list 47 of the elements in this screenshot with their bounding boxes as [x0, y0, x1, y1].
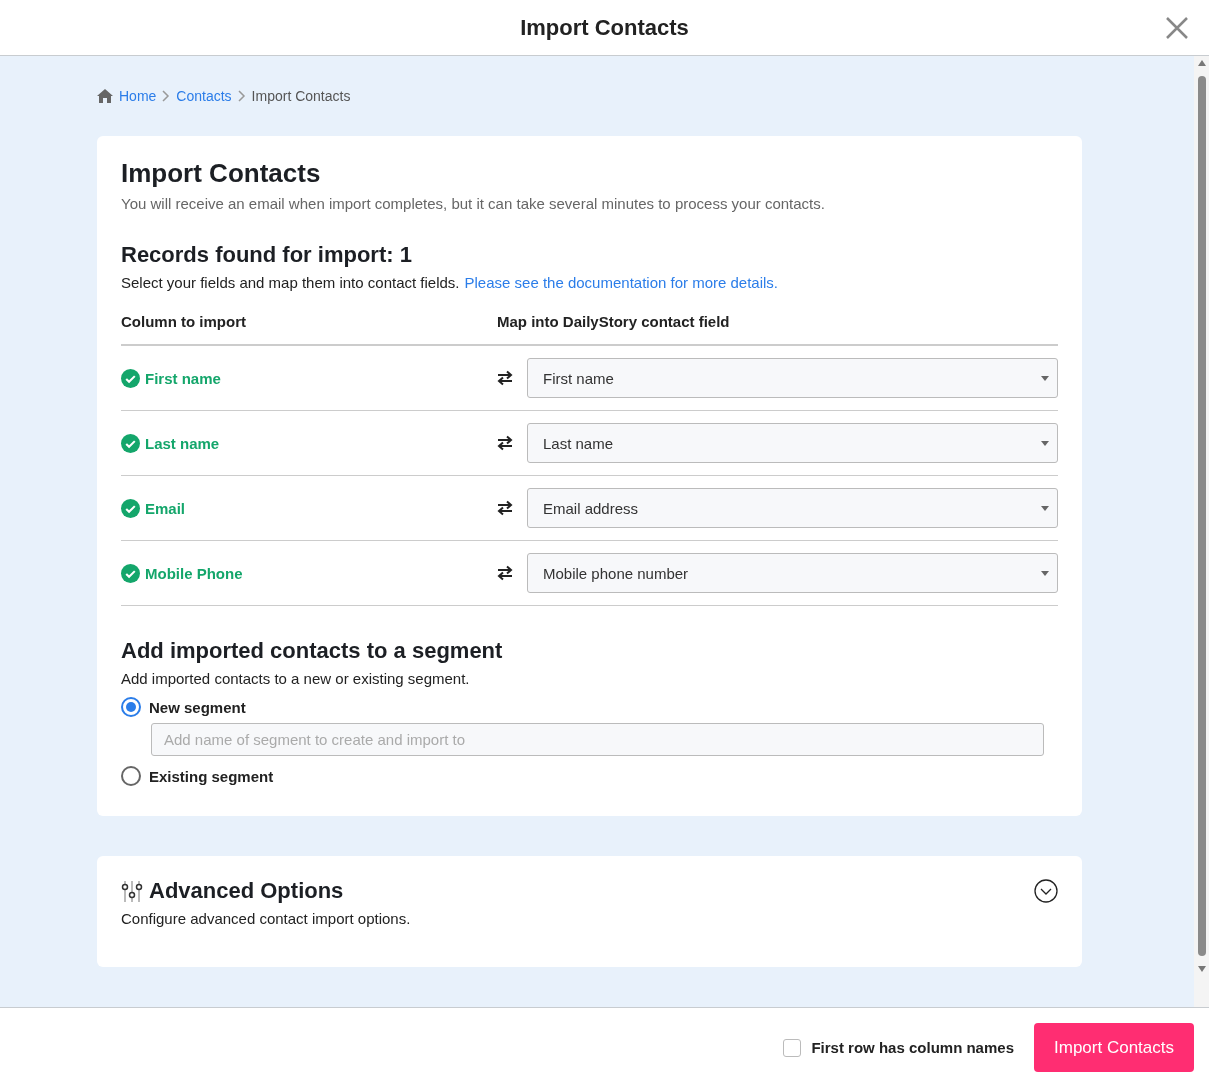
segment-name-field[interactable]: Add name of segment to create and import to — [151, 723, 1044, 756]
chevron-icon — [237, 90, 246, 102]
section-heading: Add imported contacts to a segment — [121, 638, 504, 664]
scroll-up-icon[interactable] — [1197, 60, 1206, 66]
caret-icon — [1041, 505, 1049, 511]
section-description: Add imported contacts to a new or existing segment. — [121, 670, 470, 687]
field-dropdown[interactable]: First name — [527, 358, 1058, 398]
sliders-icon — [121, 880, 143, 902]
breadcrumb-link[interactable]: Contacts — [176, 88, 232, 104]
source-column: Mobile Phone — [145, 564, 243, 582]
import-button[interactable]: Import Contacts — [1034, 1023, 1194, 1072]
column-header: Column to import — [121, 313, 247, 330]
card-title: Import Contacts — [121, 158, 322, 189]
section-heading: Advanced Options — [149, 878, 344, 904]
source-column: Email — [145, 499, 186, 517]
source-column: Last name — [145, 434, 220, 452]
radio-button[interactable] — [121, 697, 141, 717]
swap-icon — [497, 565, 513, 581]
chevron-icon — [162, 90, 171, 102]
section-heading: Records found for import: 1 — [121, 242, 413, 268]
documentation-link[interactable]: Please see the documentation for more details. — [464, 274, 779, 291]
window-title: Import Contacts — [520, 14, 689, 41]
field-dropdown[interactable]: Email address — [527, 488, 1058, 528]
checkbox[interactable] — [783, 1038, 802, 1057]
radio-label: New segment — [149, 698, 246, 716]
swap-icon — [497, 435, 513, 451]
radio-button[interactable] — [121, 766, 141, 786]
instruction-text: Select your fields and map them into contact fields. — [121, 274, 460, 291]
caret-icon — [1041, 570, 1049, 576]
field-dropdown[interactable]: Last name — [527, 423, 1058, 463]
breadcrumb-current: Import Contacts — [251, 88, 351, 104]
caret-icon — [1041, 375, 1049, 381]
column-header: Map into DailyStory contact field — [497, 313, 731, 330]
card-description: You will receive an email when import completes, but it can take several minutes to process your contacts. — [121, 195, 826, 212]
swap-icon — [497, 370, 513, 386]
breadcrumb-link[interactable]: Home — [119, 88, 157, 104]
scrollbar-thumb[interactable] — [1197, 76, 1206, 956]
source-column: First name — [145, 369, 221, 387]
caret-icon — [1041, 440, 1049, 446]
checkbox-label: First row has column names — [811, 1039, 1014, 1056]
chevron-down-circle-icon[interactable] — [1034, 879, 1058, 903]
section-description: Configure advanced contact import options. — [121, 910, 411, 927]
swap-icon — [497, 500, 513, 516]
radio-label: Existing segment — [149, 767, 274, 785]
home-icon — [97, 89, 113, 103]
field-dropdown[interactable]: Mobile phone number — [527, 553, 1058, 593]
scroll-down-icon[interactable] — [1197, 966, 1206, 972]
